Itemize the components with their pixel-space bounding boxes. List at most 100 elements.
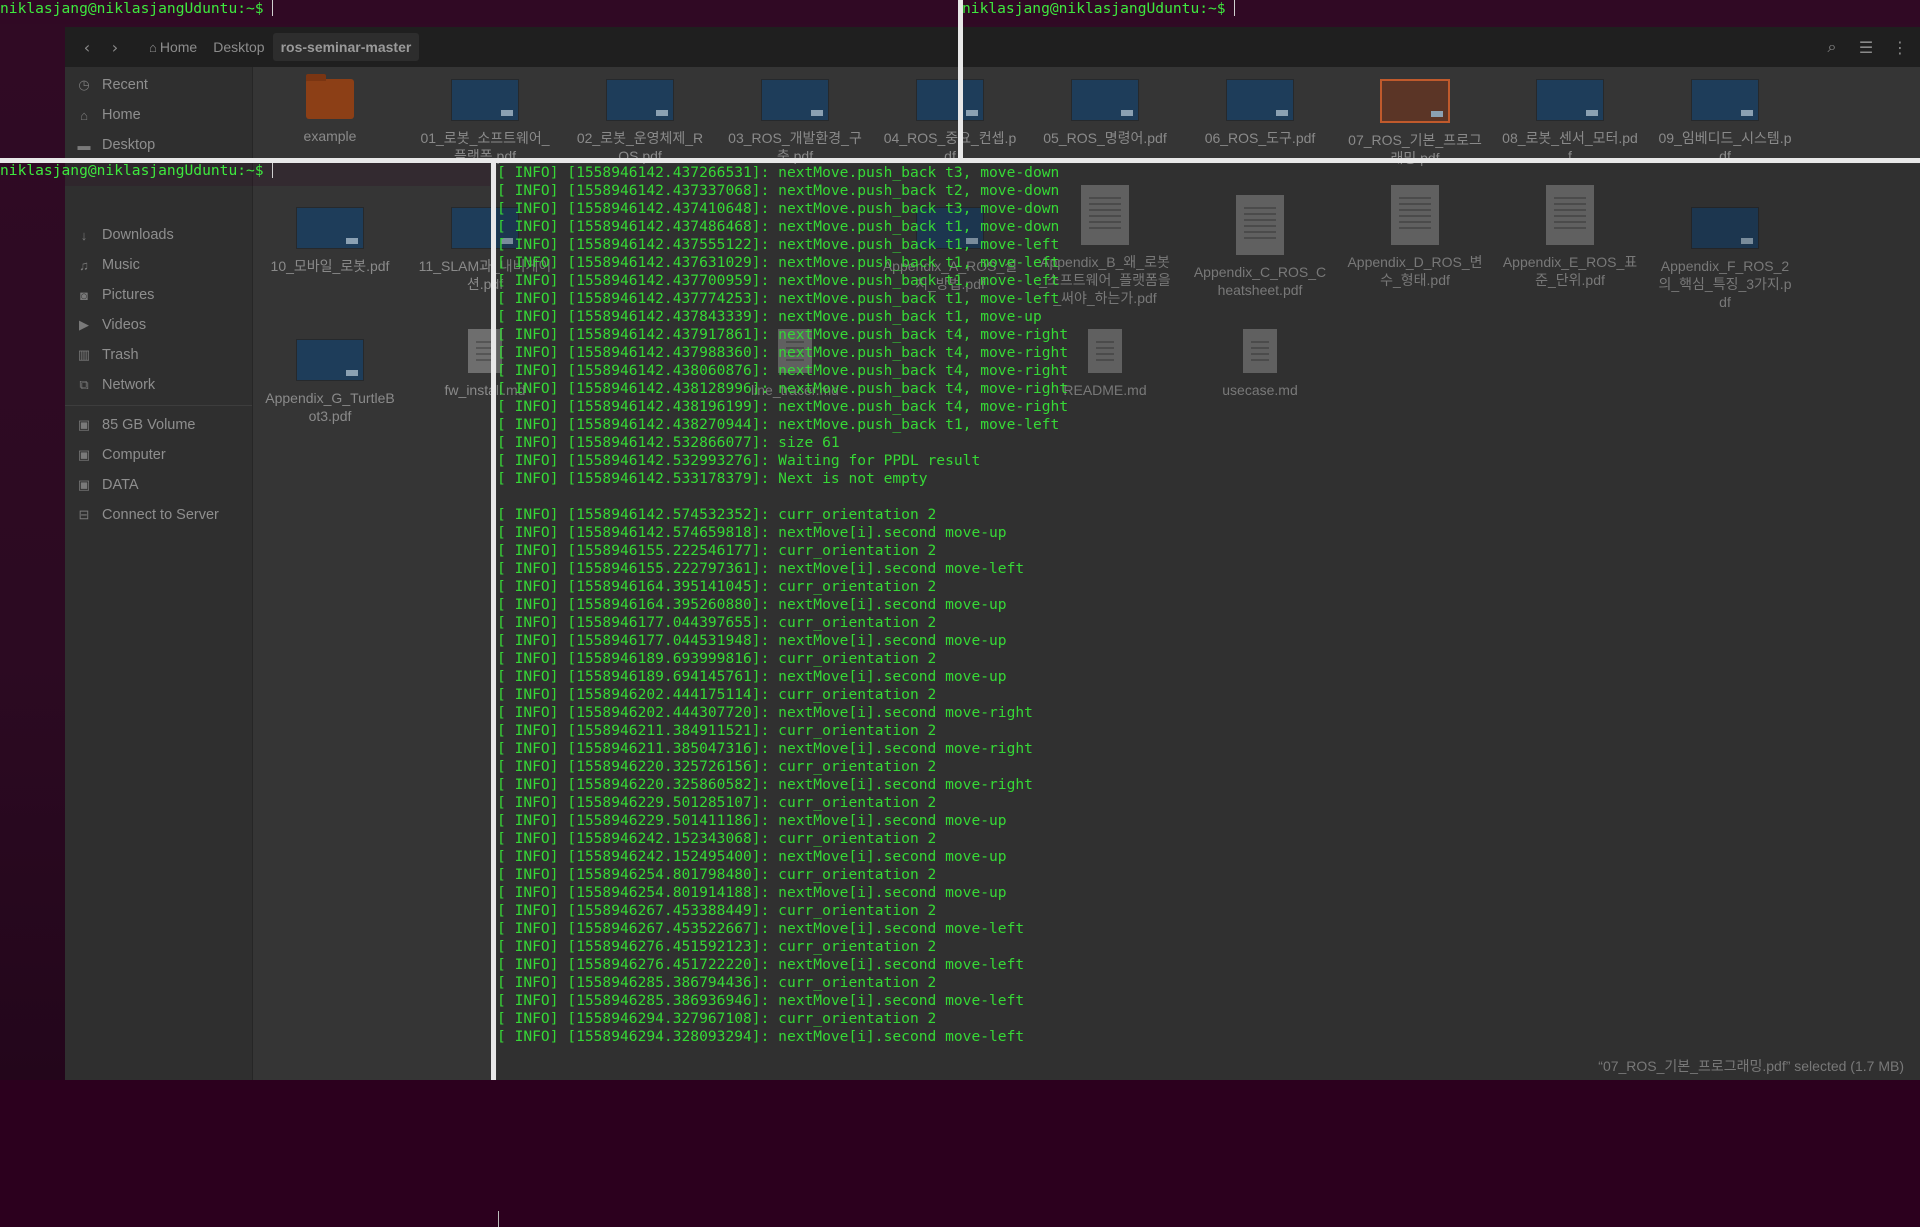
text-cursor	[498, 1211, 499, 1227]
sidebar-item-downloads[interactable]: ↓ Downloads	[65, 221, 252, 249]
sidebar-item-data[interactable]: ▣ DATA	[65, 471, 252, 499]
sidebar-item-videos[interactable]: ▶ Videos	[65, 311, 252, 339]
sidebar-item-pictures[interactable]: ◙ Pictures	[65, 281, 252, 309]
places-sidebar: ◷ Recent ⌂ Home ▬ Desktop ↓ Downloads ♫ Music…	[65, 67, 253, 1080]
log-line: [ INFO] [1558946142.438196199]: nextMove…	[497, 398, 1069, 415]
file-item-09[interactable]: 09_임베디드_시스템.pdf	[1657, 79, 1793, 165]
drive-icon: ▣	[77, 447, 91, 462]
crumb-desktop[interactable]: Desktop	[205, 33, 272, 61]
log-line: [ INFO] [1558946202.444307720]: nextMove…	[497, 704, 1033, 721]
terminal-pane-top-right[interactable]: niklasjang@niklasjangUduntu:~$	[962, 0, 1920, 24]
log-line: [ INFO] [1558946285.386794436]: curr_ori…	[497, 974, 937, 991]
crumb-current-label: ros-seminar-master	[280, 39, 412, 55]
file-item-05[interactable]: 05_ROS_명령어.pdf	[1037, 79, 1173, 147]
headerbar-actions: ⌕ ☰ ⋮	[1818, 33, 1914, 61]
camera-icon: ◙	[80, 287, 88, 303]
log-line: [ INFO] [1558946242.152343068]: curr_ori…	[497, 830, 937, 847]
file-item-01[interactable]: 01_로봇_소프트웨어_플랫폼.pdf	[417, 79, 553, 165]
sidebar-item-label: Music	[102, 257, 140, 273]
sidebar-item-connect-server[interactable]: ⊟ Connect to Server	[65, 501, 252, 529]
grid-menu-icon: ⋮	[1892, 37, 1908, 57]
sidebar-item-music[interactable]: ♫ Music	[65, 251, 252, 279]
folder-icon: ▬	[77, 137, 91, 153]
log-line: [ INFO] [1558946220.325726156]: curr_ori…	[497, 758, 937, 775]
crumb-current-folder[interactable]: ros-seminar-master	[272, 33, 420, 61]
log-line: [ INFO] [1558946202.444175114]: curr_ori…	[497, 686, 937, 703]
log-line: [ INFO] [1558946254.801914188]: nextMove…	[497, 884, 1007, 901]
file-item-06[interactable]: 06_ROS_도구.pdf	[1192, 79, 1328, 147]
log-line: [ INFO] [1558946142.437486468]: nextMove…	[497, 218, 1060, 235]
pdf-thumbnail-icon	[916, 79, 984, 121]
file-item-07-selected[interactable]: 07_ROS_기본_프로그래밍.pdf	[1347, 79, 1483, 167]
crumb-home[interactable]: ⌂ Home	[141, 33, 205, 61]
sidebar-item-label: Recent	[102, 77, 148, 93]
file-item-03[interactable]: 03_ROS_개발환경_구축.pdf	[727, 79, 863, 165]
chevron-right-icon: ›	[111, 37, 119, 57]
file-item-10[interactable]: 10_모바일_로봇.pdf	[262, 207, 398, 275]
log-line: [ INFO] [1558946211.384911521]: curr_ori…	[497, 722, 937, 739]
log-line: [ INFO] [1558946142.437917861]: nextMove…	[497, 326, 1069, 343]
terminal-prompt: niklasjang@niklasjangUduntu:~$	[962, 0, 1226, 17]
sidebar-item-home[interactable]: ⌂ Home	[65, 101, 252, 129]
pdf-thumbnail-icon	[451, 79, 519, 121]
sidebar-divider	[65, 405, 252, 406]
file-name: example	[303, 128, 357, 144]
file-item-example[interactable]: example	[262, 74, 398, 145]
sidebar-item-volume[interactable]: ▣ 85 GB Volume	[65, 411, 252, 439]
log-line: [ INFO] [1558946220.325860582]: nextMove…	[497, 776, 1033, 793]
chevron-left-icon: ‹	[83, 37, 91, 57]
log-line: [ INFO] [1558946142.574659818]: nextMove…	[497, 524, 1007, 541]
file-item-08[interactable]: 08_로봇_센서_모터.pdf	[1502, 79, 1638, 165]
menu-button[interactable]: ⋮	[1886, 33, 1914, 61]
terminal-prompt: niklasjang@niklasjangUduntu:~$	[0, 0, 264, 17]
log-line: [ INFO] [1558946294.327967108]: curr_ori…	[497, 1010, 937, 1027]
sidebar-item-network[interactable]: ⧉ Network	[65, 371, 252, 399]
terminal-pane-bottom-left[interactable]: niklasjang@niklasjangUduntu:~$	[0, 162, 490, 186]
search-button[interactable]: ⌕	[1818, 33, 1846, 61]
log-line: [ INFO] [1558946142.437631029]: nextMove…	[497, 254, 1060, 271]
sidebar-item-label: Pictures	[102, 287, 155, 303]
sidebar-item-label: Computer	[102, 447, 166, 463]
log-line: [ INFO] [1558946177.044531948]: nextMove…	[497, 632, 1007, 649]
sidebar-item-trash[interactable]: ▥ Trash	[65, 341, 252, 369]
terminal-pane-top-left[interactable]: niklasjang@niklasjangUduntu:~$	[0, 0, 958, 24]
network-icon: ⧉	[79, 377, 89, 392]
view-toggle-button[interactable]: ☰	[1852, 33, 1880, 61]
sidebar-item-desktop[interactable]: ▬ Desktop	[65, 131, 252, 159]
breadcrumb: ⌂ Home Desktop ros-seminar-master	[141, 32, 420, 62]
log-line: [ INFO] [1558946267.453388449]: curr_ori…	[497, 902, 937, 919]
pane-splitter-vertical-bottom[interactable]	[491, 160, 496, 1080]
file-item-appendix-g[interactable]: Appendix_G_TurtleBot3.pdf	[262, 339, 398, 425]
log-line: [ INFO] [1558946242.152495400]: nextMove…	[497, 848, 1007, 865]
log-line: [ INFO] [1558946164.395141045]: curr_ori…	[497, 578, 937, 595]
log-line: [ INFO] [1558946142.437988360]: nextMove…	[497, 344, 1069, 361]
sidebar-item-label: DATA	[102, 477, 139, 493]
sidebar-item-label: Trash	[102, 347, 139, 363]
terminal-pane-log-output[interactable]: [ INFO] [1558946142.437266531]: nextMove…	[497, 164, 1920, 1227]
file-name: Appendix_G_TurtleBot3.pdf	[265, 390, 395, 424]
video-icon: ▶	[79, 317, 89, 332]
log-line: [ INFO] [1558946142.438128996]: nextMove…	[497, 380, 1069, 397]
file-item-04[interactable]: 04_ROS_중요_컨셉.pdf	[882, 79, 1018, 165]
list-view-icon: ☰	[1858, 37, 1874, 57]
log-line: [ INFO] [1558946155.222546177]: curr_ori…	[497, 542, 937, 559]
pane-splitter-horizontal[interactable]	[0, 158, 1920, 163]
log-line: [ INFO] [1558946142.532993276]: Waiting …	[497, 452, 981, 469]
log-line: [ INFO] [1558946285.386936946]: nextMove…	[497, 992, 1025, 1009]
log-line: [ INFO] [1558946142.532866077]: size 61	[497, 434, 840, 451]
download-icon: ↓	[80, 227, 88, 243]
log-line: [ INFO] [1558946211.385047316]: nextMove…	[497, 740, 1033, 757]
log-line: [ INFO] [1558946142.533178379]: Next is …	[497, 470, 928, 487]
server-icon: ⊟	[78, 507, 90, 522]
pdf-thumbnail-icon	[296, 207, 364, 249]
sidebar-item-computer[interactable]: ▣ Computer	[65, 441, 252, 469]
drive-icon: ▣	[77, 477, 91, 492]
back-button[interactable]: ‹	[73, 33, 101, 61]
log-line: [ INFO] [1558946142.437843339]: nextMove…	[497, 308, 1042, 325]
forward-button[interactable]: ›	[101, 33, 129, 61]
pdf-thumbnail-icon	[606, 79, 674, 121]
pane-splitter-vertical-top[interactable]	[958, 0, 963, 160]
file-item-02[interactable]: 02_로봇_운영체제_ROS.pdf	[572, 79, 708, 165]
sidebar-item-recent[interactable]: ◷ Recent	[65, 71, 252, 99]
